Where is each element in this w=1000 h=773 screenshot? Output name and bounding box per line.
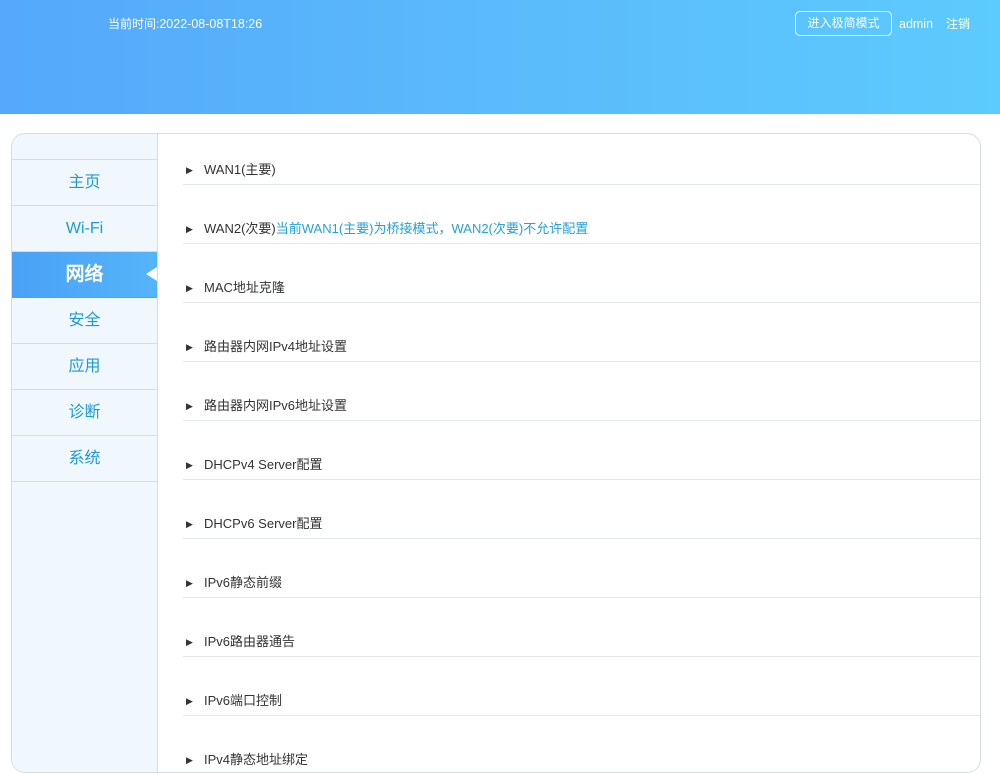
- network-settings-list: ▶ WAN1(主要) ▶ WAN2(次要)当前WAN1(主要)为桥接模式，WAN…: [183, 134, 980, 772]
- expand-arrow-icon: ▶: [186, 519, 193, 529]
- sidebar-item-diagnostics[interactable]: 诊断: [12, 390, 157, 436]
- sidebar-item-security[interactable]: 安全: [12, 298, 157, 344]
- logout-link[interactable]: 注销: [946, 16, 970, 32]
- section-ipv6-router-advert[interactable]: ▶ IPv6路由器通告: [183, 599, 980, 657]
- sidebar-nav: 主页 Wi-Fi 网络 安全 应用 诊断 系统: [12, 159, 157, 482]
- section-title: IPv6端口控制: [204, 693, 283, 708]
- current-time: 当前时间:2022-08-08T18:26: [108, 16, 262, 32]
- sidebar-item-network[interactable]: 网络: [12, 252, 157, 298]
- wan2-bridge-notice: 当前WAN1(主要)为桥接模式，WAN2(次要)不允许配置: [275, 221, 589, 236]
- section-title: 路由器内网IPv6地址设置: [204, 398, 348, 413]
- section-lan-ipv6[interactable]: ▶ 路由器内网IPv6地址设置: [183, 363, 980, 421]
- section-wan1[interactable]: ▶ WAN1(主要): [183, 134, 980, 185]
- expand-arrow-icon: ▶: [186, 578, 193, 588]
- section-dhcpv4-server[interactable]: ▶ DHCPv4 Server配置: [183, 422, 980, 480]
- top-header: 当前时间:2022-08-08T18:26 进入极简模式 admin 注销: [0, 0, 1000, 114]
- expand-arrow-icon: ▶: [186, 401, 193, 411]
- expand-arrow-icon: ▶: [186, 460, 193, 470]
- section-title: IPv6路由器通告: [204, 634, 296, 649]
- expand-arrow-icon: ▶: [186, 696, 193, 706]
- section-dhcpv6-server[interactable]: ▶ DHCPv6 Server配置: [183, 481, 980, 539]
- section-wan2[interactable]: ▶ WAN2(次要)当前WAN1(主要)为桥接模式，WAN2(次要)不允许配置: [183, 186, 980, 244]
- current-time-label: 当前时间:: [108, 17, 160, 31]
- active-pointer-icon: [146, 267, 157, 281]
- sidebar-item-applications[interactable]: 应用: [12, 344, 157, 390]
- expand-arrow-icon: ▶: [186, 165, 193, 175]
- section-mac-clone[interactable]: ▶ MAC地址克隆: [183, 245, 980, 303]
- expand-arrow-icon: ▶: [186, 224, 193, 234]
- sidebar-item-wifi[interactable]: Wi-Fi: [12, 206, 157, 252]
- section-lan-ipv4[interactable]: ▶ 路由器内网IPv4地址设置: [183, 304, 980, 362]
- expand-arrow-icon: ▶: [186, 755, 193, 765]
- current-time-value: 2022-08-08T18:26: [159, 17, 263, 31]
- username: admin: [899, 17, 934, 31]
- section-ipv6-port-control[interactable]: ▶ IPv6端口控制: [183, 658, 980, 716]
- sidebar-item-system[interactable]: 系统: [12, 436, 157, 482]
- section-title: 路由器内网IPv4地址设置: [204, 339, 348, 354]
- section-title: IPv6静态前缀: [204, 575, 283, 590]
- expand-arrow-icon: ▶: [186, 283, 193, 293]
- sidebar-item-home[interactable]: 主页: [12, 160, 157, 206]
- section-ipv4-static-binding[interactable]: ▶ IPv4静态地址绑定: [183, 717, 980, 772]
- section-title: DHCPv6 Server配置: [204, 516, 323, 531]
- expand-arrow-icon: ▶: [186, 637, 193, 647]
- sidebar: 主页 Wi-Fi 网络 安全 应用 诊断 系统: [12, 134, 158, 772]
- section-title: WAN2(次要)当前WAN1(主要)为桥接模式，WAN2(次要)不允许配置: [204, 221, 589, 236]
- section-title: DHCPv4 Server配置: [204, 457, 323, 472]
- sidebar-item-network-label: 网络: [65, 264, 104, 285]
- expand-arrow-icon: ▶: [186, 342, 193, 352]
- section-title: WAN1(主要): [204, 162, 276, 177]
- main-panel: 主页 Wi-Fi 网络 安全 应用 诊断 系统 ▶ WAN1(主要) ▶ WAN…: [11, 133, 981, 773]
- section-title: IPv4静态地址绑定: [204, 752, 309, 767]
- section-ipv6-static-prefix[interactable]: ▶ IPv6静态前缀: [183, 540, 980, 598]
- simple-mode-button[interactable]: 进入极简模式: [795, 11, 892, 36]
- section-title: MAC地址克隆: [204, 280, 285, 295]
